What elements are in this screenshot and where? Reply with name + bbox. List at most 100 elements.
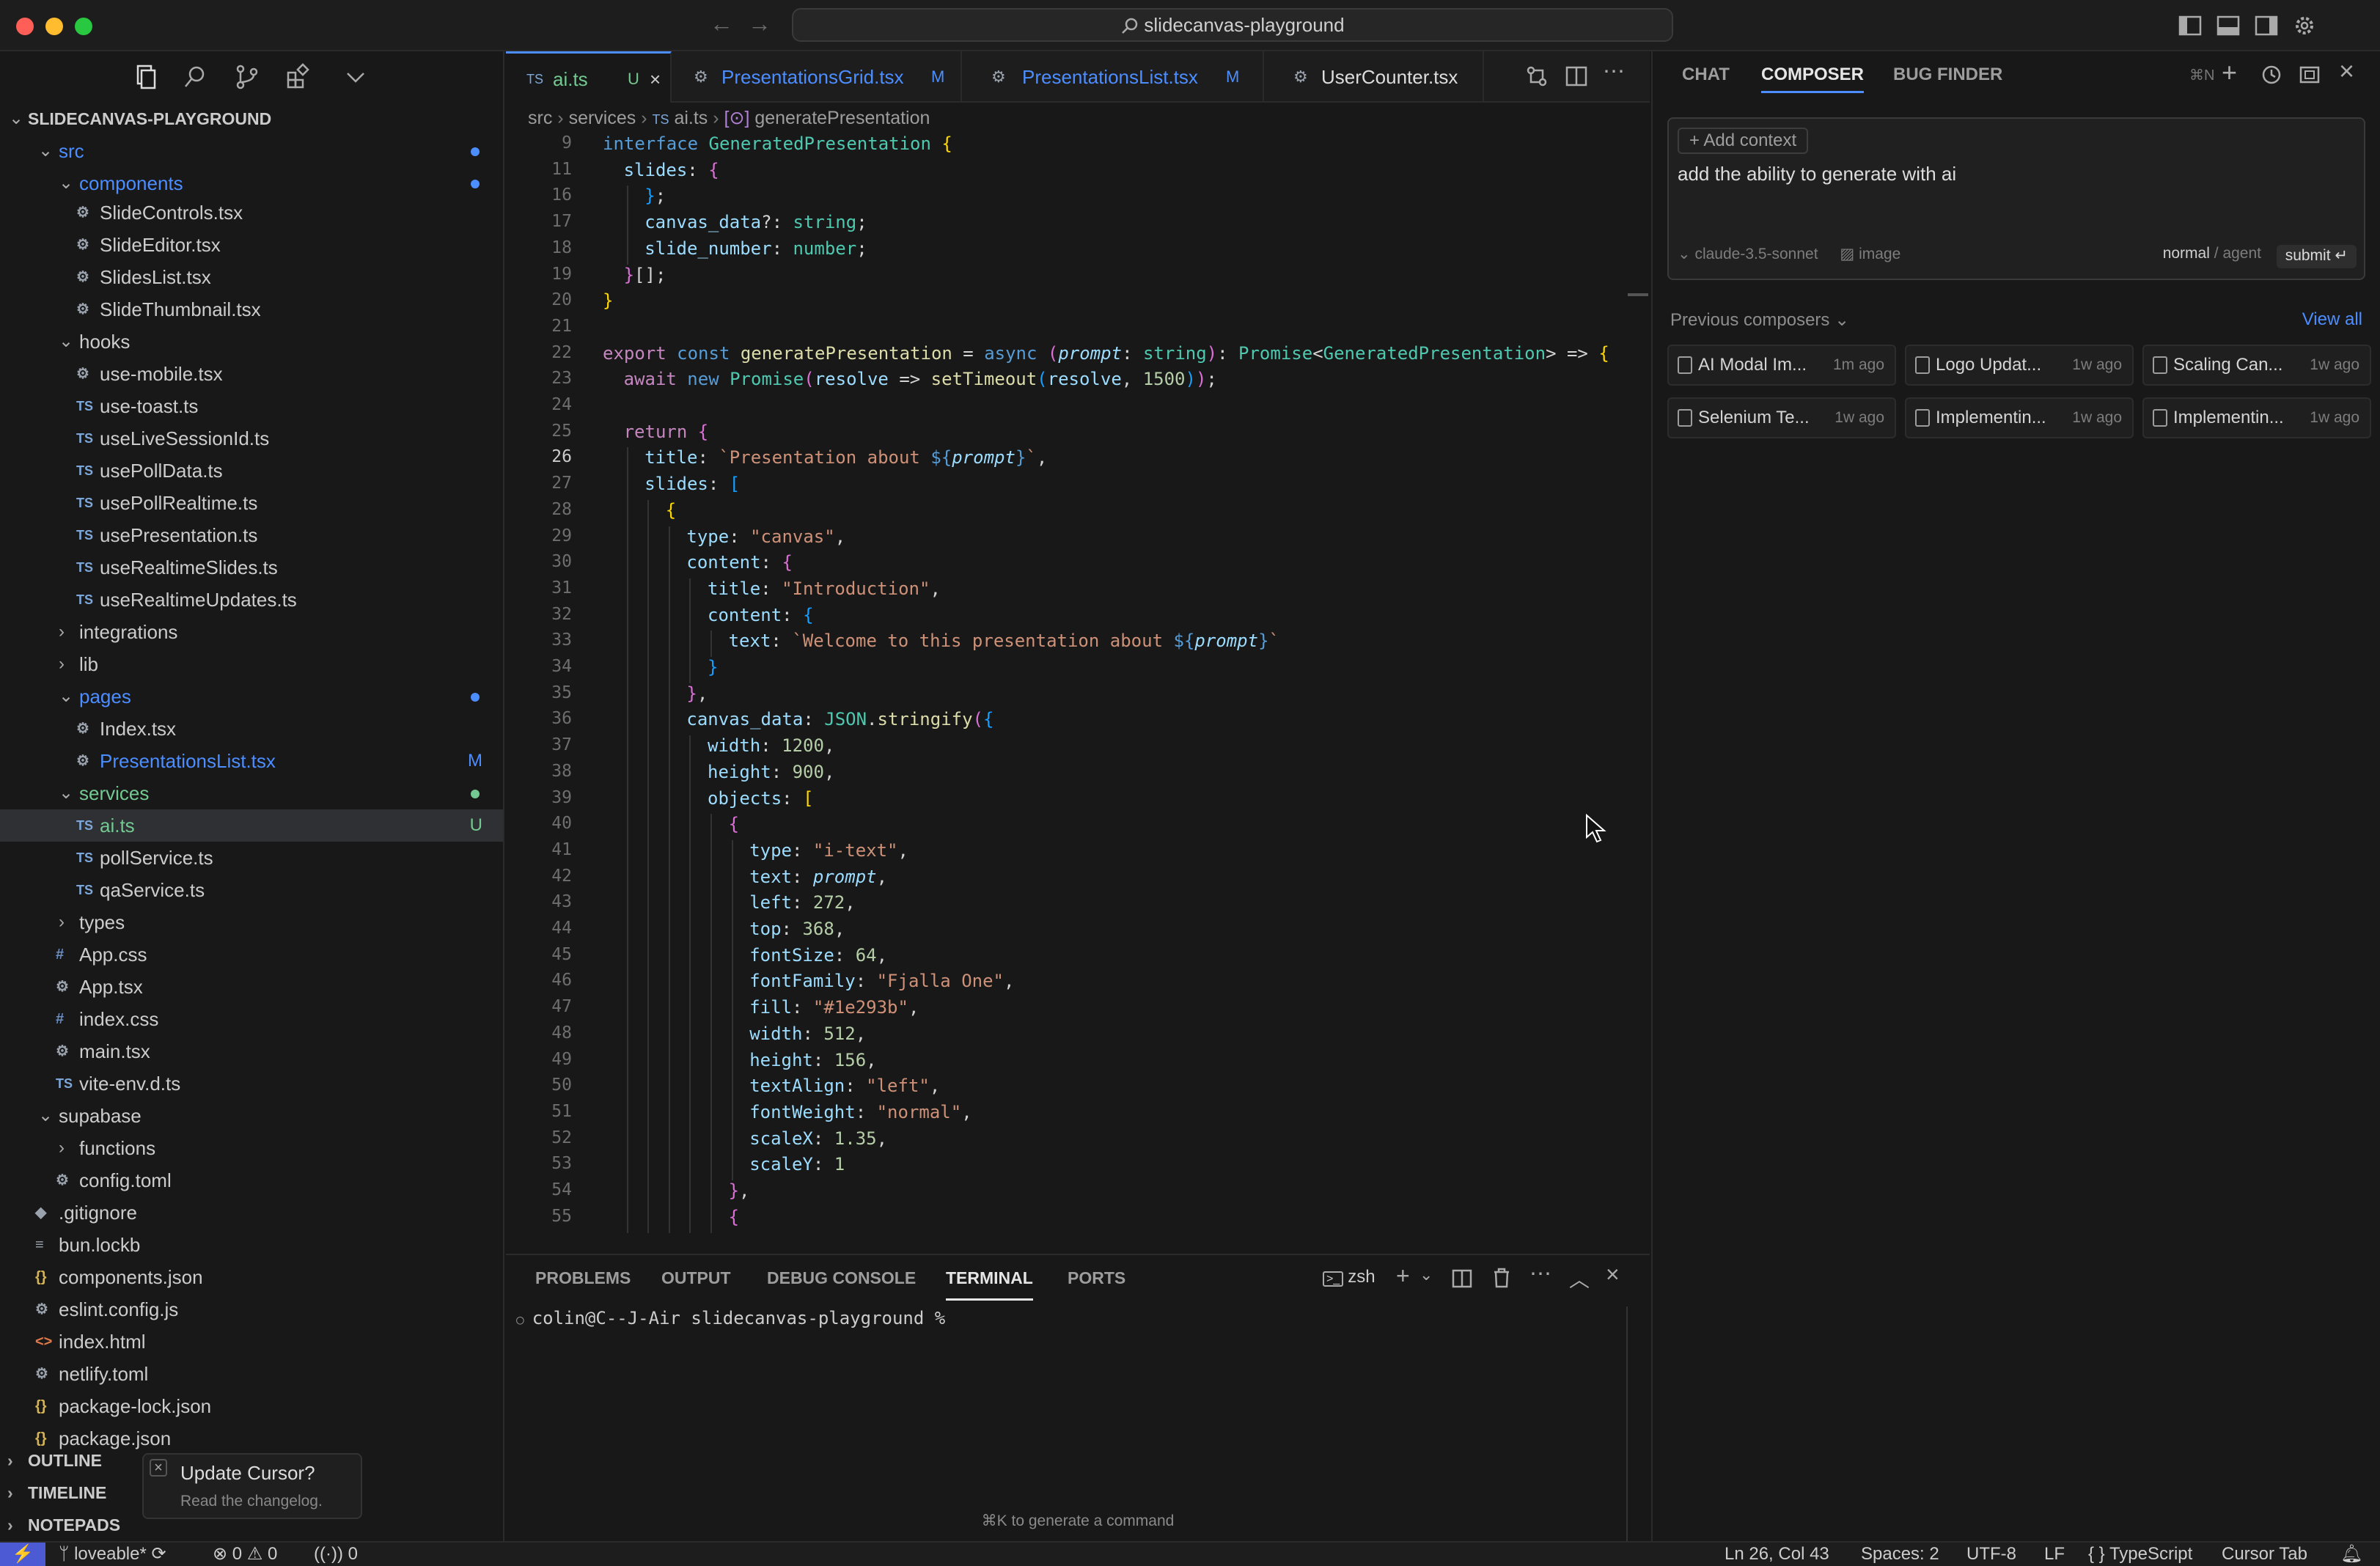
file-item[interactable]: ⚙ Index.tsx bbox=[0, 713, 503, 745]
mode-toggle[interactable]: normal / agent bbox=[2163, 245, 2261, 262]
file-item[interactable]: TS pollService.ts bbox=[0, 842, 503, 874]
explorer-root-folder[interactable]: ⌄ SLIDECANVAS-PLAYGROUND bbox=[0, 103, 503, 135]
sync-icon[interactable]: ⟳ bbox=[152, 1544, 166, 1564]
breadcrumb-item[interactable]: src bbox=[528, 108, 552, 128]
split-editor-icon[interactable] bbox=[1565, 65, 1588, 88]
panel-tab-terminal[interactable]: TERMINAL bbox=[946, 1255, 1033, 1301]
window-close-button[interactable] bbox=[16, 18, 34, 35]
breadcrumb-item[interactable]: services bbox=[569, 108, 636, 128]
previous-composer-card[interactable]: Scaling Can... 1w ago bbox=[2142, 345, 2371, 386]
close-icon[interactable]: × bbox=[150, 1459, 167, 1477]
submit-button[interactable]: submit ↵ bbox=[2276, 245, 2357, 268]
file-item[interactable]: TS useRealtimeSlides.ts bbox=[0, 551, 503, 584]
folder-item[interactable]: › types bbox=[0, 906, 503, 938]
composer-input-box[interactable]: + Add context add the ability to generat… bbox=[1667, 117, 2365, 280]
model-selector[interactable]: ⌄ claude-3.5-sonnet bbox=[1678, 246, 1818, 262]
file-item[interactable]: # App.css bbox=[0, 938, 503, 971]
end-of-line[interactable]: LF bbox=[2044, 1543, 2065, 1566]
previous-composer-card[interactable]: Implementin... 1w ago bbox=[2142, 397, 2371, 438]
file-item[interactable]: TS usePollRealtime.ts bbox=[0, 487, 503, 519]
previous-composers-header[interactable]: Previous composers ⌄ bbox=[1670, 309, 1849, 331]
file-item[interactable]: {} package-lock.json bbox=[0, 1390, 503, 1422]
file-item[interactable]: TS usePresentation.ts bbox=[0, 519, 503, 551]
add-context-button[interactable]: + Add context bbox=[1678, 128, 1809, 154]
toast-subtitle[interactable]: Read the changelog. bbox=[180, 1493, 323, 1510]
file-item[interactable]: ⚙ config.toml bbox=[0, 1164, 503, 1196]
toggle-panel-icon[interactable] bbox=[2216, 13, 2241, 38]
tab-user-counter[interactable]: ⚙ UserCounter.tsx bbox=[1264, 51, 1484, 103]
code-editor[interactable]: 9 interface GeneratedPresentation {11 slid… bbox=[506, 133, 1650, 1254]
chevron-down-icon[interactable]: ⌄ bbox=[1419, 1265, 1433, 1284]
composer-input[interactable]: add the ability to generate with ai bbox=[1678, 163, 1956, 185]
problems-indicator[interactable]: ⊗ 0 ⚠ 0 bbox=[213, 1543, 277, 1566]
file-item[interactable]: TS ai.ts U bbox=[0, 809, 503, 842]
folder-item[interactable]: ⌄ src bbox=[0, 135, 503, 167]
file-item[interactable]: ⚙ SlideEditor.tsx bbox=[0, 229, 503, 261]
panel-tab-output[interactable]: OUTPUT bbox=[661, 1255, 731, 1301]
file-item[interactable]: ⚙ SlidesList.tsx bbox=[0, 261, 503, 293]
folder-item[interactable]: ⌄ services bbox=[0, 777, 503, 809]
open-changes-icon[interactable] bbox=[1525, 65, 1549, 88]
close-icon[interactable]: × bbox=[1606, 1261, 1620, 1288]
command-center-search[interactable]: slidecanvas-playground bbox=[792, 8, 1673, 42]
language-mode[interactable]: { } TypeScript bbox=[2088, 1543, 2192, 1566]
explorer-files-icon[interactable] bbox=[132, 63, 160, 91]
tab-chat[interactable]: CHAT bbox=[1682, 65, 1730, 85]
terminal-output[interactable]: ○ colin@C--J-Air slidecanvas-playground … bbox=[516, 1308, 945, 1328]
close-icon[interactable]: × bbox=[2339, 56, 2354, 87]
file-item[interactable]: ⚙ App.tsx bbox=[0, 971, 503, 1003]
folder-item[interactable]: ⌄ hooks bbox=[0, 326, 503, 358]
toggle-primary-sidebar-icon[interactable] bbox=[2178, 13, 2203, 38]
toggle-secondary-sidebar-icon[interactable] bbox=[2254, 13, 2279, 38]
file-item[interactable]: ⚙ use-mobile.tsx bbox=[0, 358, 503, 390]
tab-presentations-list[interactable]: ⚙ PresentationsList.tsx M bbox=[962, 51, 1264, 103]
tab-ai-ts[interactable]: TS ai.ts U × bbox=[506, 51, 672, 103]
folder-item[interactable]: › functions bbox=[0, 1132, 503, 1164]
more-actions-icon[interactable]: ⋯ bbox=[1529, 1261, 1551, 1287]
file-item[interactable]: {} components.json bbox=[0, 1261, 503, 1293]
search-icon[interactable] bbox=[182, 63, 210, 91]
window-maximize-button[interactable] bbox=[75, 18, 92, 35]
file-item[interactable]: TS qaService.ts bbox=[0, 874, 503, 906]
new-terminal-plus-icon[interactable]: + bbox=[1396, 1262, 1410, 1290]
folder-item[interactable]: › integrations bbox=[0, 616, 503, 648]
mode-agent[interactable]: agent bbox=[2222, 245, 2261, 262]
split-terminal-icon[interactable] bbox=[1452, 1268, 1472, 1289]
expand-icon[interactable] bbox=[2298, 63, 2321, 87]
extensions-icon[interactable] bbox=[284, 63, 312, 91]
previous-composer-card[interactable]: Selenium Te... 1w ago bbox=[1667, 397, 1896, 438]
folder-item[interactable]: › lib bbox=[0, 648, 503, 680]
indentation[interactable]: Spaces: 2 bbox=[1861, 1543, 1939, 1566]
previous-composer-card[interactable]: Implementin... 1w ago bbox=[1905, 397, 2134, 438]
cursor-position[interactable]: Ln 26, Col 43 bbox=[1725, 1543, 1829, 1566]
update-notification[interactable]: × Update Cursor? Read the changelog. bbox=[142, 1453, 362, 1519]
close-icon[interactable]: × bbox=[650, 54, 661, 105]
breadcrumb-item[interactable]: ai.ts bbox=[674, 108, 708, 128]
tab-presentations-grid[interactable]: ⚙ PresentationsGrid.tsx M bbox=[672, 51, 962, 103]
breadcrumb-item[interactable]: generatePresentation bbox=[754, 108, 930, 128]
folder-item[interactable]: ⌄ components bbox=[0, 167, 503, 199]
file-item[interactable]: TS useRealtimeUpdates.ts bbox=[0, 584, 503, 616]
file-item[interactable]: ⚙ netlify.toml bbox=[0, 1358, 503, 1390]
mode-normal[interactable]: normal bbox=[2163, 245, 2210, 262]
remote-indicator-icon[interactable]: ⚡ bbox=[0, 1543, 45, 1566]
file-item[interactable]: ≡ bun.lockb bbox=[0, 1229, 503, 1261]
file-item[interactable]: ◆ .gitignore bbox=[0, 1196, 503, 1229]
history-icon[interactable] bbox=[2260, 63, 2283, 87]
new-composer-plus-icon[interactable]: + bbox=[2222, 57, 2237, 88]
terminal-shell-selector[interactable]: >_ zsh bbox=[1323, 1267, 1376, 1287]
more-actions-icon[interactable]: ⋯ bbox=[1603, 59, 1625, 84]
file-item[interactable]: TS usePollData.ts bbox=[0, 455, 503, 487]
tab-composer[interactable]: COMPOSER bbox=[1761, 65, 1865, 93]
file-item[interactable]: <> index.html bbox=[0, 1326, 503, 1358]
window-minimize-button[interactable] bbox=[45, 18, 63, 35]
source-control-icon[interactable] bbox=[233, 63, 261, 91]
folder-item[interactable]: ⌄ pages bbox=[0, 680, 503, 713]
file-item[interactable]: TS use-toast.ts bbox=[0, 390, 503, 422]
maximize-panel-icon[interactable]: ︿ bbox=[1569, 1264, 1590, 1293]
settings-gear-icon[interactable] bbox=[2292, 13, 2317, 38]
file-item[interactable]: ⚙ PresentationsList.tsx M bbox=[0, 745, 503, 777]
panel-tab-debug-console[interactable]: DEBUG CONSOLE bbox=[767, 1255, 916, 1301]
previous-composer-card[interactable]: AI Modal Im... 1m ago bbox=[1667, 345, 1896, 386]
branch-indicator[interactable]: ᛘ loveable* ⟳ bbox=[59, 1543, 166, 1566]
